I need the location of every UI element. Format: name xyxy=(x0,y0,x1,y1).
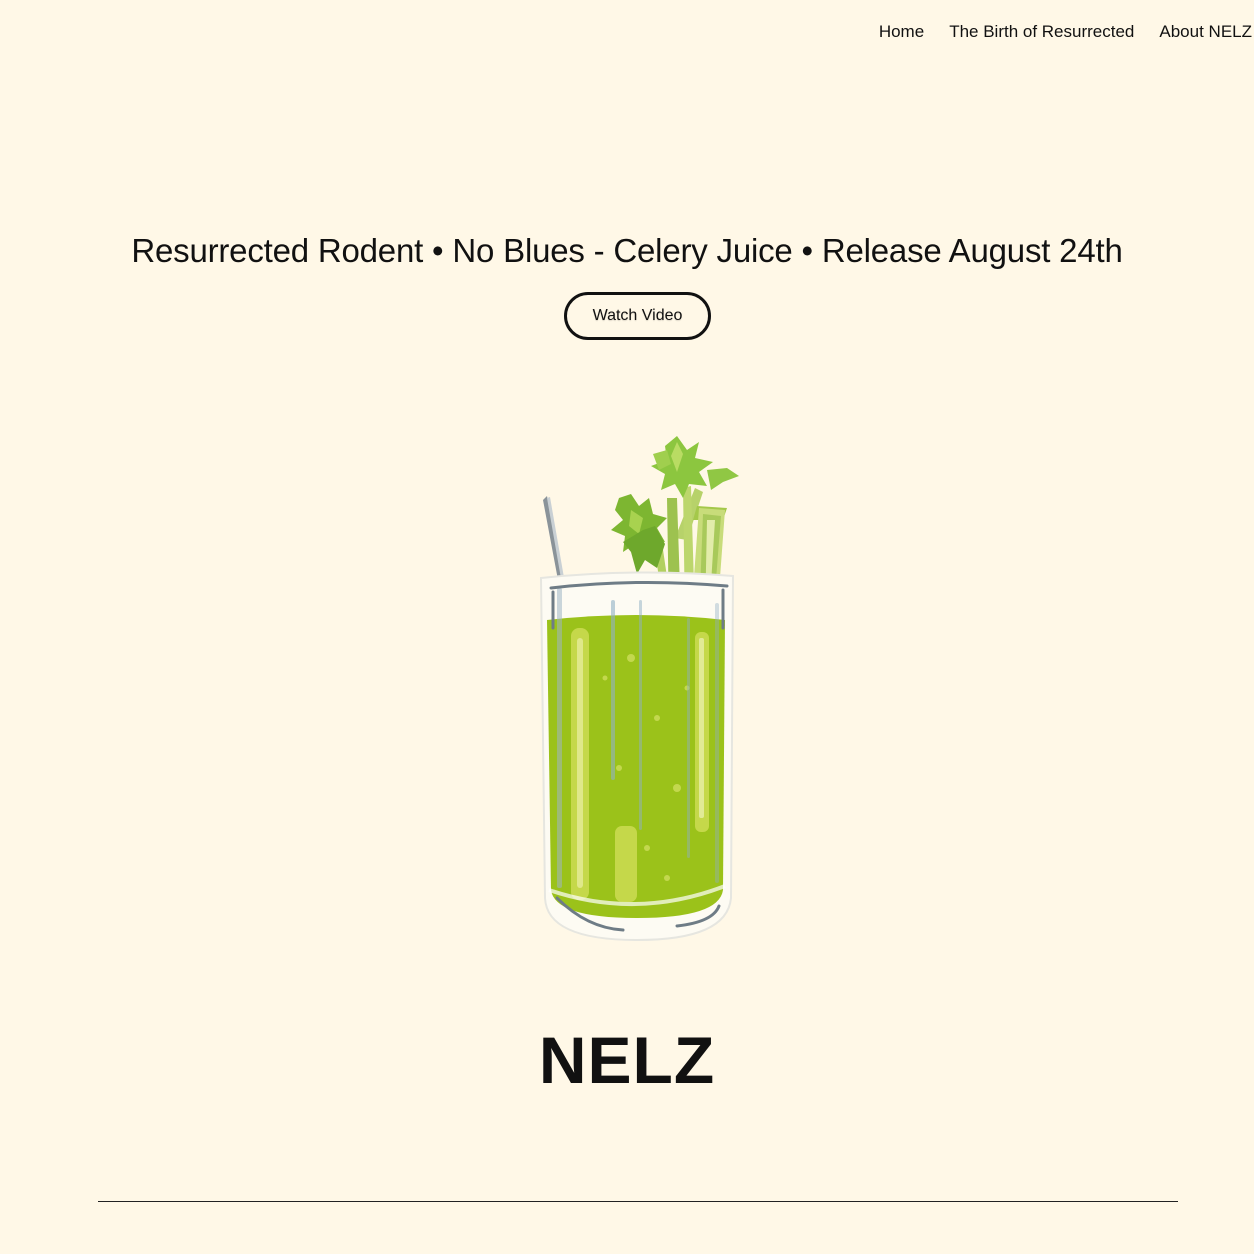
nav-link-about-nelz[interactable]: About NELZ xyxy=(1159,22,1252,42)
watch-video-button[interactable]: Watch Video xyxy=(564,292,711,340)
nav-link-home[interactable]: Home xyxy=(879,22,924,42)
glass-icon xyxy=(539,571,735,942)
footer-divider xyxy=(98,1201,1178,1202)
top-navigation: Home The Birth of Resurrected About NELZ xyxy=(854,22,1252,42)
celery-juice-glass-icon xyxy=(539,436,739,942)
nav-link-birth-of-resurrected[interactable]: The Birth of Resurrected xyxy=(949,22,1134,42)
release-headline: Resurrected Rodent • No Blues - Celery J… xyxy=(131,232,1123,269)
site-title: NELZ xyxy=(538,1023,716,1097)
